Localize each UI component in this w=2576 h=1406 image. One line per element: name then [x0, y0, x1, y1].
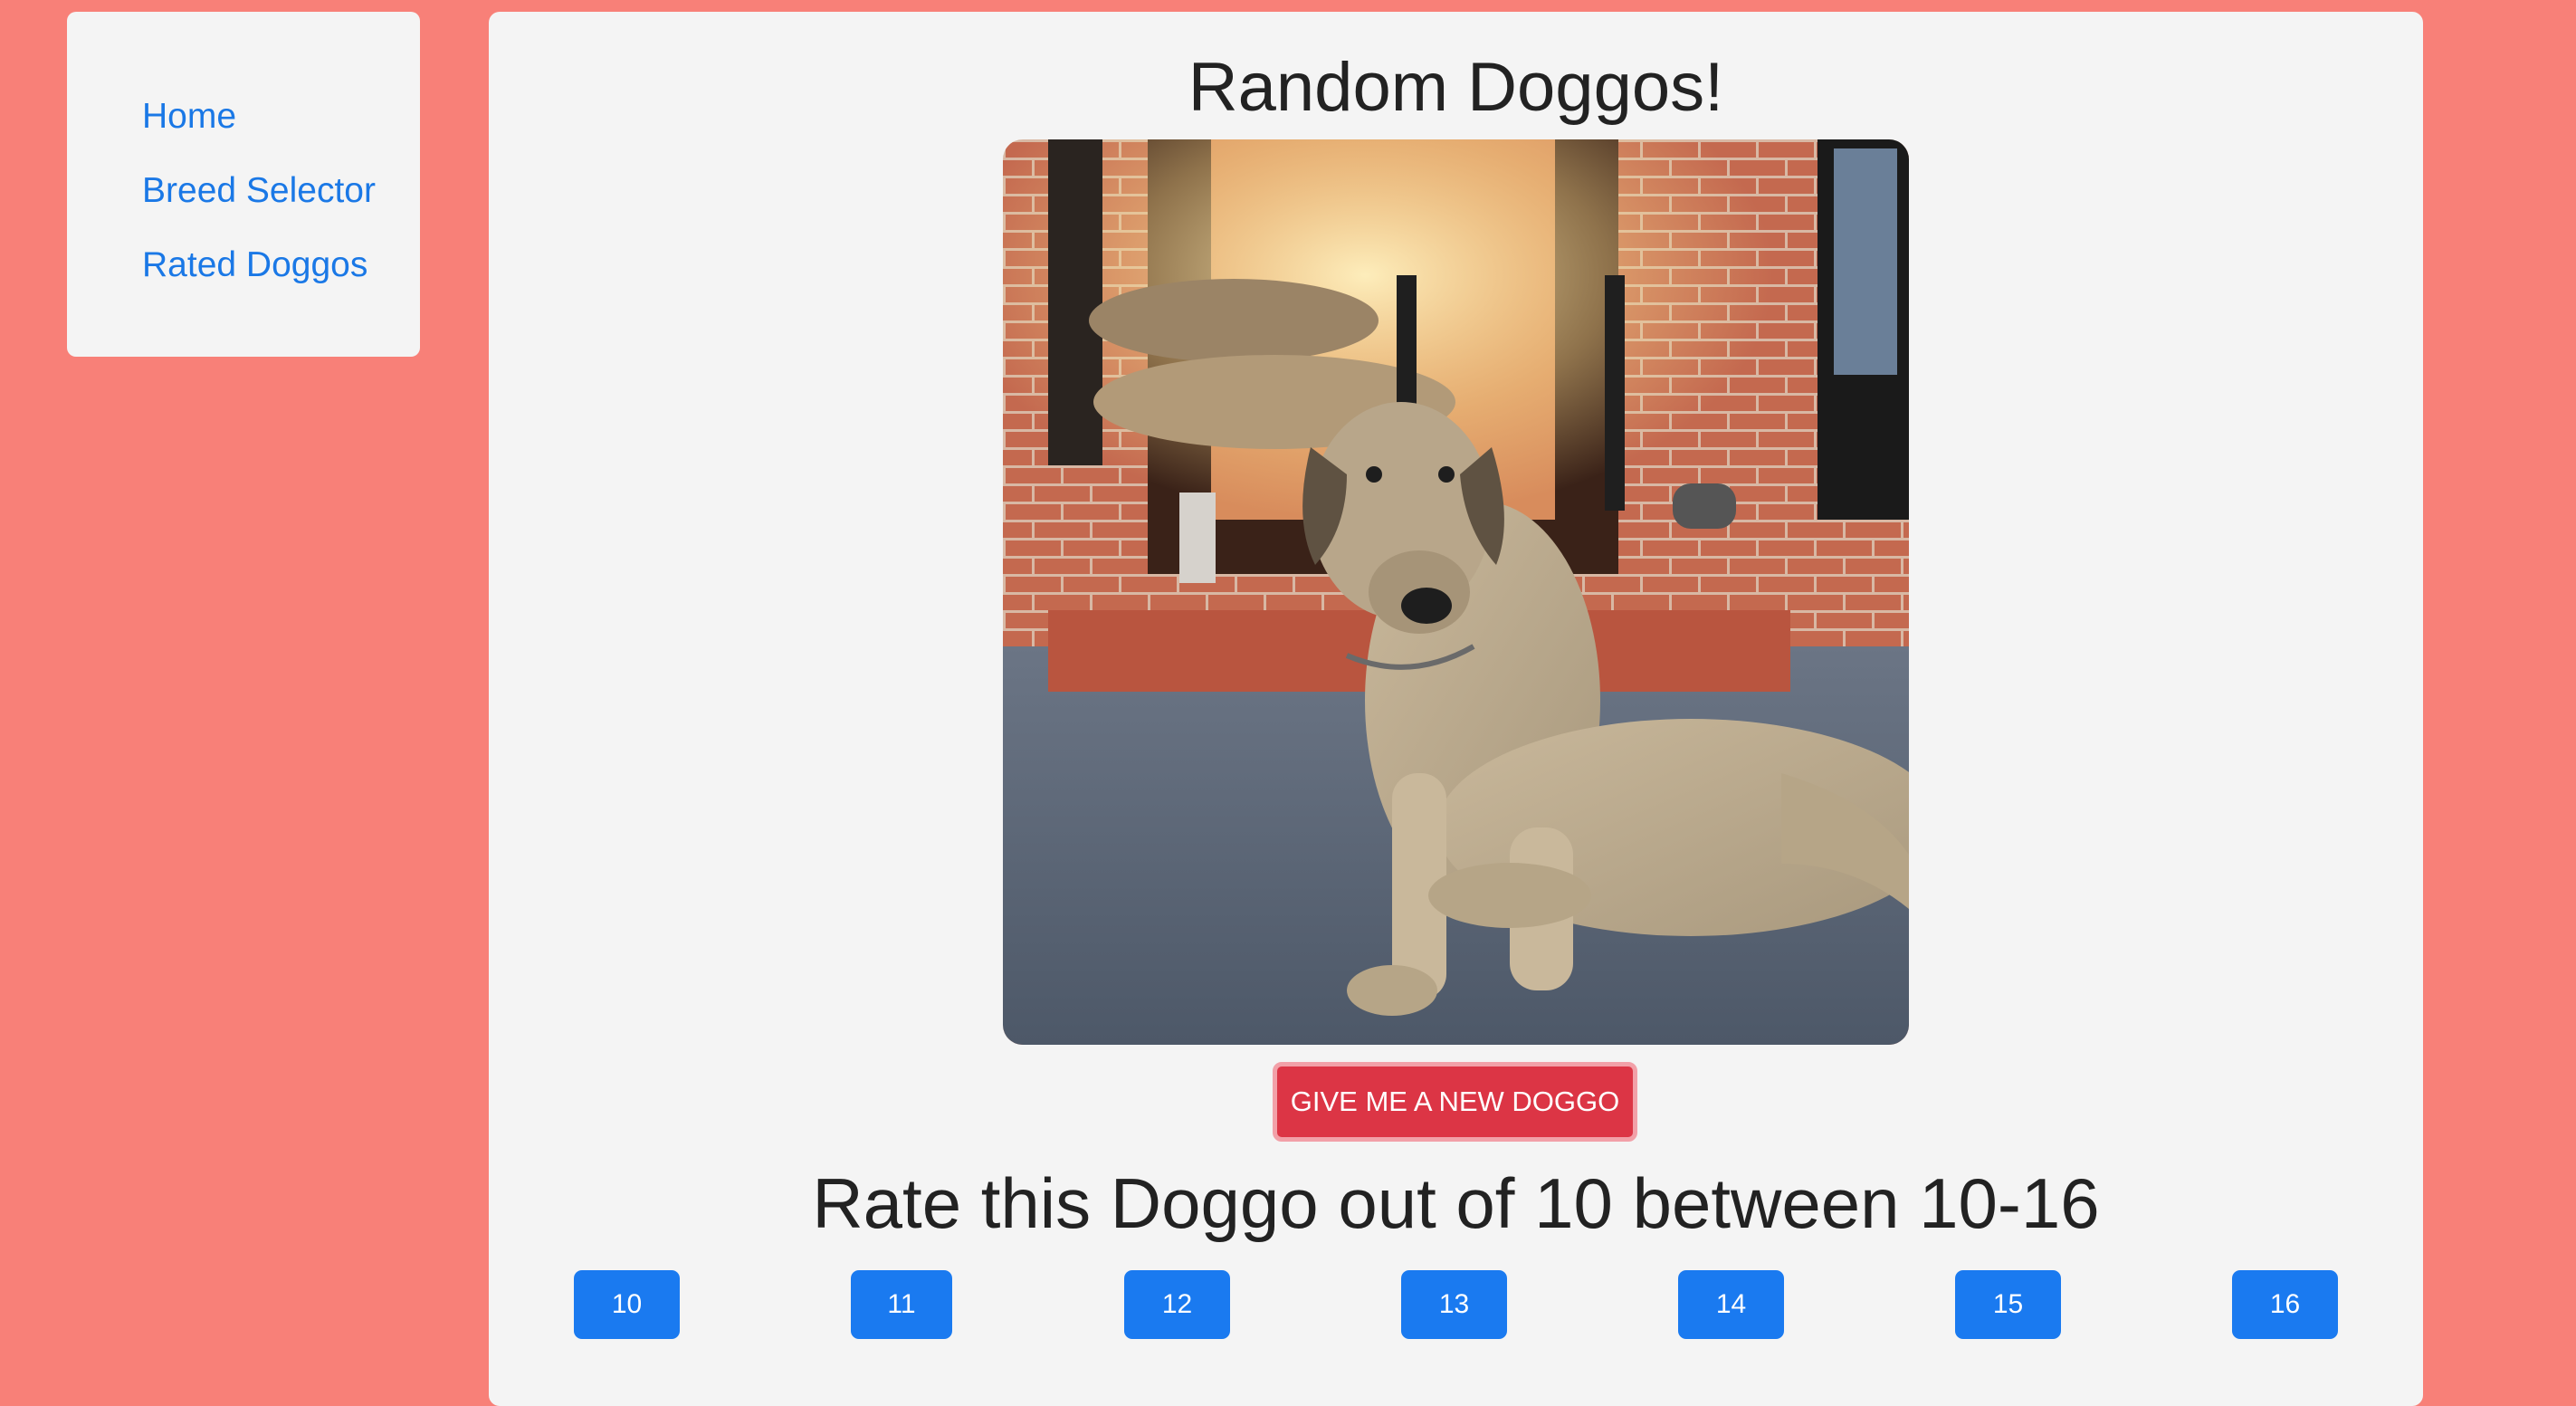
rating-button-10[interactable]: 10 [574, 1270, 680, 1339]
rating-heading: Rate this Doggo out of 10 between 10-16 [812, 1163, 2100, 1243]
rating-button-15[interactable]: 15 [1955, 1270, 2061, 1339]
rating-button-11[interactable]: 11 [851, 1270, 952, 1339]
rating-button-12[interactable]: 12 [1124, 1270, 1230, 1339]
rating-button-13[interactable]: 13 [1401, 1270, 1507, 1339]
rating-button-16[interactable]: 16 [2232, 1270, 2338, 1339]
rating-buttons: 10 11 12 13 14 15 16 [489, 1270, 2423, 1341]
new-doggo-button[interactable]: GIVE ME A NEW DOGGO [1273, 1062, 1637, 1142]
nav-link-home[interactable]: Home [142, 95, 420, 139]
rating-button-14[interactable]: 14 [1678, 1270, 1784, 1339]
nav-link-rated-doggos[interactable]: Rated Doggos [142, 244, 420, 287]
sidebar-nav: Home Breed Selector Rated Doggos [67, 12, 420, 357]
dog-photo [1003, 139, 1909, 1045]
nav-link-breed-selector[interactable]: Breed Selector [142, 169, 420, 213]
main-panel: Random Doggos! GIVE ME A NEW DOGGO Rate … [489, 12, 2423, 1406]
page-title: Random Doggos! [1188, 49, 1724, 126]
